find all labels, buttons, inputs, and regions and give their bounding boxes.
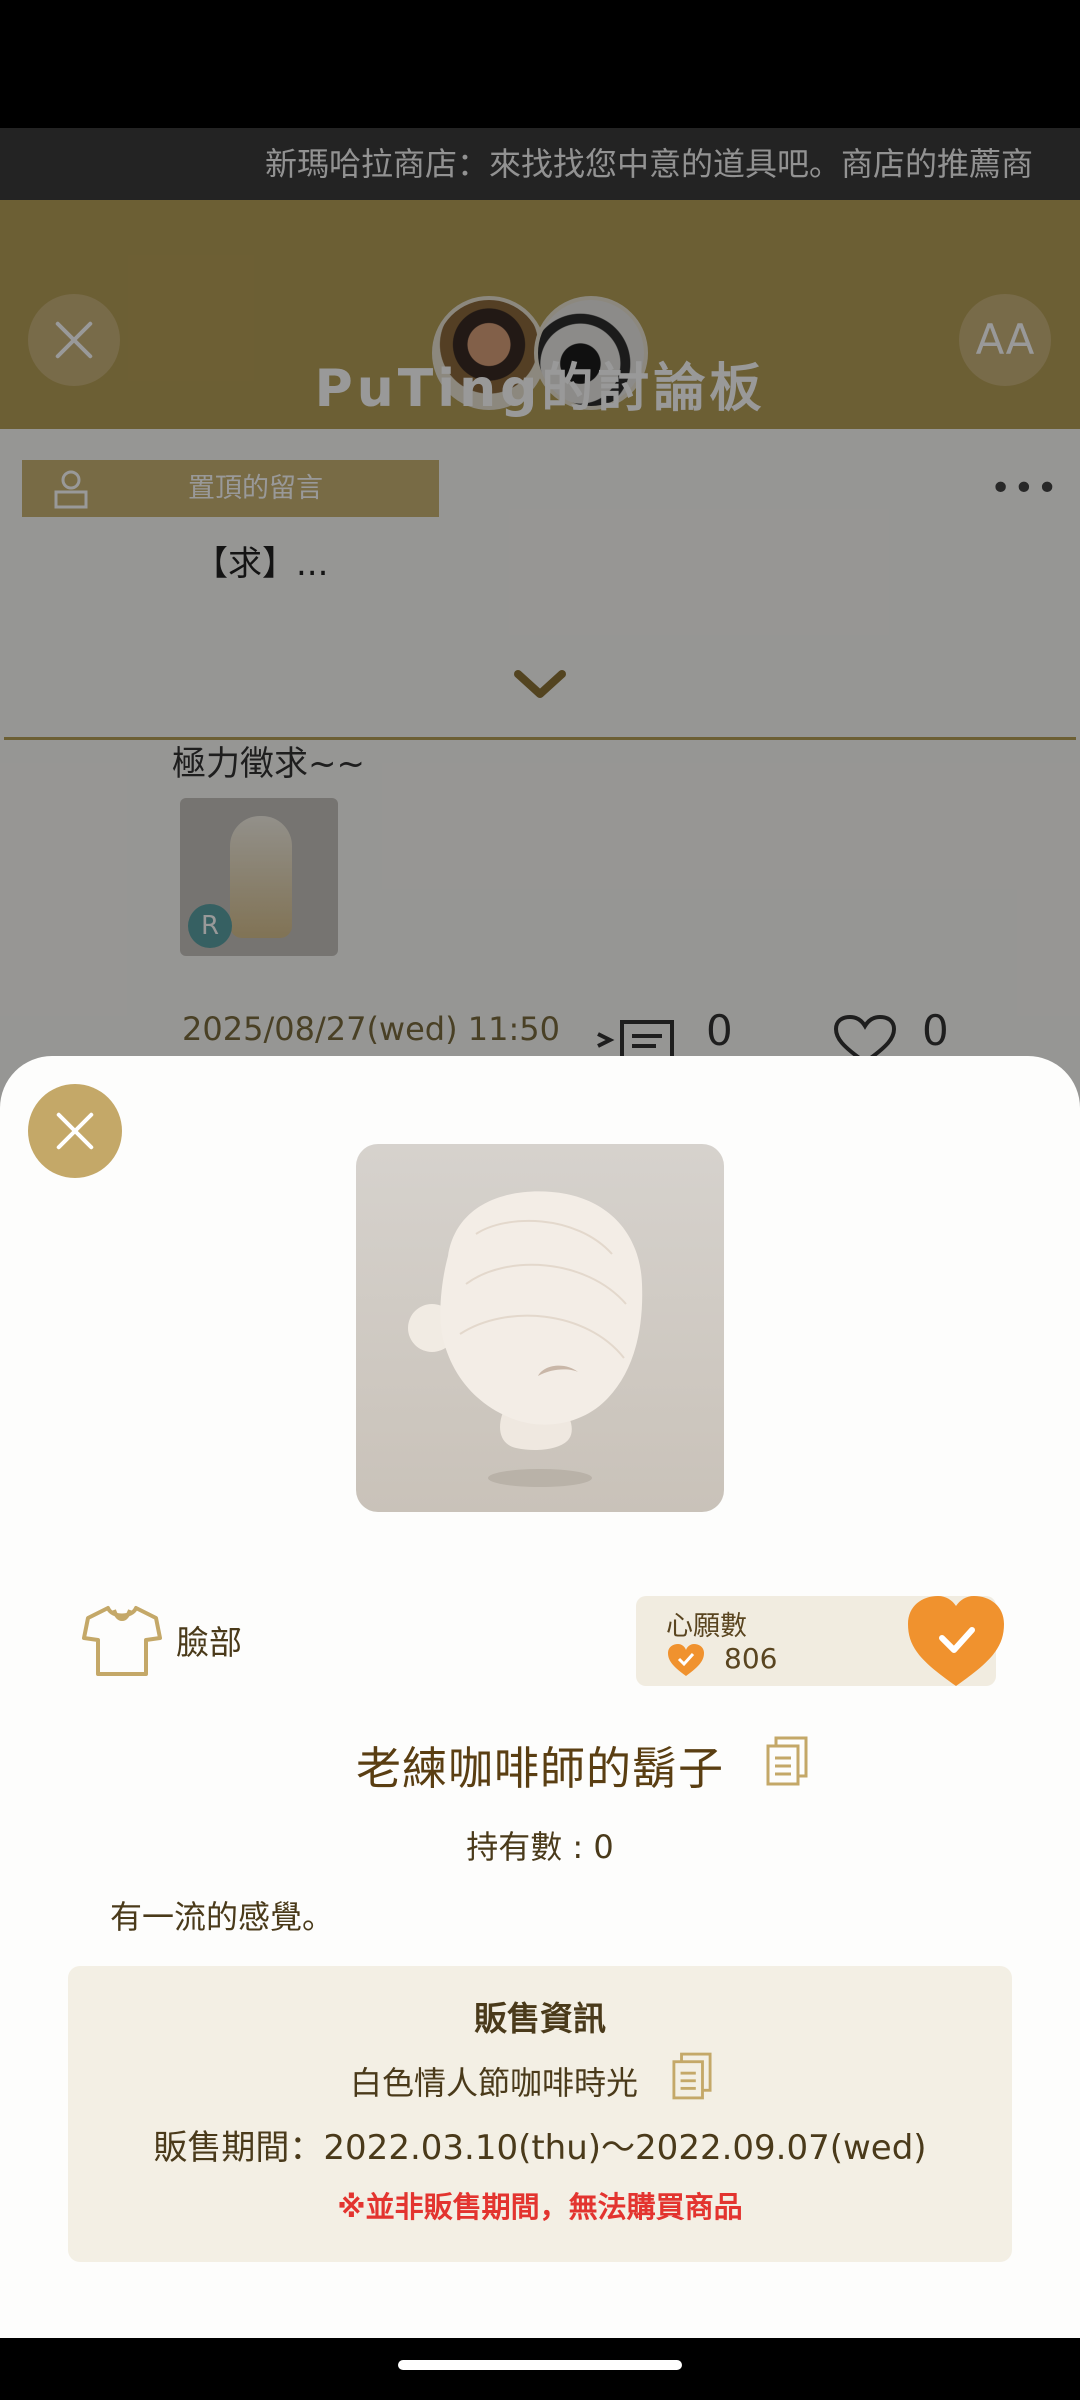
sale-warning: ※並非販售期間，無法購買商品: [337, 2190, 743, 2224]
sale-period: 販售期間：2022.03.10(thu)～2022.09.07(wed): [153, 2128, 927, 2168]
close-button[interactable]: [28, 1084, 122, 1178]
sale-info-title: 販售資訊: [474, 1999, 606, 2038]
item-description: 有一流的感覺。: [110, 1898, 335, 1936]
navigation-bar: [0, 2338, 1080, 2400]
copy-icon[interactable]: [766, 1736, 808, 1786]
mannequin-head-image: [408, 1191, 643, 1487]
wishlist-heart-icon: [668, 1644, 704, 1676]
sale-event-name: 白色情人節咖啡時光: [350, 2064, 639, 2102]
item-category: 臉部: [176, 1623, 242, 1662]
wishlist-label: 心願數: [666, 1611, 747, 1642]
item-preview-image: [356, 1144, 724, 1512]
sale-info-box: 販售資訊 白色情人節咖啡時光 販售期間：2022.03.10(thu)～2022…: [68, 1966, 1012, 2262]
wishlist-count: 806: [724, 1642, 778, 1675]
item-name: 老練咖啡師的鬍子: [356, 1742, 725, 1795]
wishlist-heart-button[interactable]: [904, 1592, 1008, 1690]
shirt-icon: [82, 1606, 162, 1676]
status-bar: [0, 0, 1080, 128]
owned-count: 持有數 : 0: [466, 1828, 614, 1866]
copy-icon[interactable]: [672, 2052, 712, 2100]
home-indicator[interactable]: [398, 2360, 682, 2370]
item-detail-sheet: 臉部 心願數 806 老練咖啡師的鬍子 持有數 : 0 有一流的感覺。 販售資訊…: [0, 1056, 1080, 2338]
